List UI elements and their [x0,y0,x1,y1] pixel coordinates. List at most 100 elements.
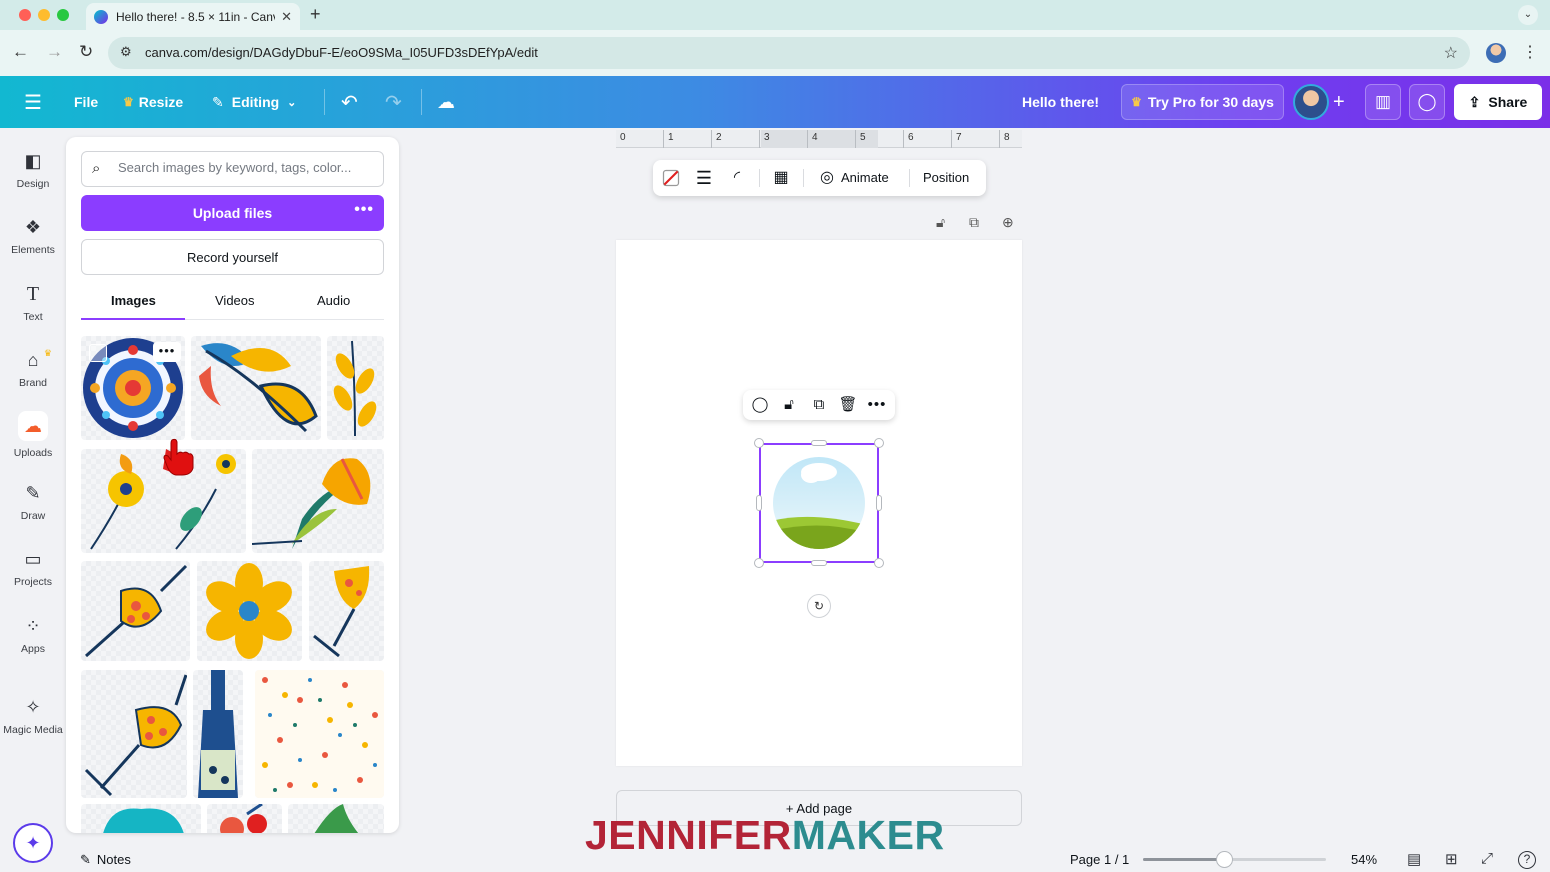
resize-handle-bottom-right[interactable] [874,558,884,568]
add-collaborator-icon[interactable]: + [1333,76,1345,128]
upload-thumbnail-mandala[interactable]: ••• [81,336,185,440]
magic-assistant-button[interactable]: ✦ [13,823,53,863]
tab-search-chevron-icon[interactable]: ⌄ [1518,5,1538,25]
browser-address-bar: ← → ↻ ⚙ canva.com/design/DAGdyDbuF-E/eoO… [0,30,1550,76]
page-indicator[interactable]: Page 1 / 1 [1070,852,1129,867]
more-options-icon[interactable]: ••• [866,394,888,416]
browser-menu-icon[interactable]: ⋮ [1522,42,1538,62]
trash-icon[interactable]: 🗑︎ [837,394,859,416]
duplicate-page-icon[interactable]: ⧉ [969,214,979,231]
resize-handle-top[interactable] [811,440,827,446]
file-menu[interactable]: File [74,76,98,128]
lock-icon[interactable]: 🔓︎ [778,394,800,416]
transparency-icon[interactable]: ▦ [769,166,793,190]
redo-icon[interactable]: ↷ [385,76,402,128]
upload-thumbnail-green-leaf[interactable] [288,804,384,833]
close-window-button[interactable] [19,9,31,21]
upload-thumbnail-daisy[interactable] [197,561,302,661]
tab-videos[interactable]: Videos [215,293,255,308]
resize-handle-left[interactable] [756,495,762,511]
resize-handle-right[interactable] [876,495,882,511]
rail-item-apps[interactable]: ⁘ Apps [0,615,66,655]
more-options-icon[interactable]: ••• [153,342,181,362]
resize-handle-top-left[interactable] [754,438,764,448]
upload-thumbnail-teal-shape[interactable] [81,804,201,833]
forward-arrow-icon[interactable]: → [46,42,63,62]
rail-item-brand[interactable]: ⌂ ♛ Brand [0,348,66,389]
border-color-icon[interactable] [659,166,683,190]
zoom-level[interactable]: 54% [1351,852,1377,867]
back-arrow-icon[interactable]: ← [12,42,29,62]
editing-mode-dropdown[interactable]: ✎ Editing ⌄ [212,76,296,128]
search-box[interactable]: ⌕ [81,151,384,187]
upload-thumbnail-pattern[interactable] [255,670,384,798]
border-style-icon[interactable]: ☰ [692,166,716,190]
insights-chart-icon[interactable]: ▥ [1365,84,1401,120]
record-yourself-button[interactable]: Record yourself [81,239,384,275]
comment-icon[interactable]: ◯ [1409,84,1445,120]
browser-profile-avatar[interactable] [1486,43,1506,63]
add-page-icon[interactable]: ⊕ [1002,214,1014,231]
select-checkbox[interactable] [89,344,107,362]
help-icon[interactable]: ? [1518,851,1536,869]
new-tab-icon[interactable]: + [310,4,321,25]
more-options-icon[interactable]: ••• [354,201,374,219]
zoom-slider[interactable] [1143,851,1326,868]
rotate-handle-icon[interactable]: ↻ [807,594,831,618]
tab-images[interactable]: Images [111,293,156,308]
resize-button[interactable]: ♛ Resize [123,76,183,128]
site-settings-icon[interactable]: ⚙ [120,44,132,60]
reload-icon[interactable]: ↻ [79,42,93,62]
page-view-icon[interactable]: ▤ [1407,850,1421,868]
animate-icon[interactable]: ◎ [815,166,839,190]
resize-handle-bottom[interactable] [811,560,827,566]
hamburger-menu-icon[interactable]: ☰ [24,76,42,128]
rail-item-design[interactable]: ◧ Design [0,150,66,190]
lock-page-icon[interactable]: 🔓︎ [936,214,945,231]
rail-item-text[interactable]: T Text [0,283,66,323]
design-title[interactable]: Hello there! [1022,76,1099,128]
position-button[interactable]: Position [923,170,969,185]
user-avatar[interactable] [1293,84,1329,120]
zoom-window-button[interactable] [57,9,69,21]
bookmark-star-icon[interactable]: ☆ [1444,43,1458,63]
notes-label: Notes [96,852,131,867]
corner-rounding-icon[interactable]: ◜ [725,166,749,190]
zoom-slider-knob[interactable] [1215,851,1233,868]
browser-tab[interactable]: Hello there! - 8.5 × 11in - Canva ✕ [86,3,300,30]
url-field[interactable]: ⚙ canva.com/design/DAGdyDbuF-E/eoO9SMa_I… [108,37,1470,69]
try-pro-button[interactable]: ♛ Try Pro for 30 days [1121,84,1284,120]
upload-thumbnail-tulip[interactable] [252,449,384,553]
rail-item-draw[interactable]: ✎ Draw [0,482,66,522]
duplicate-icon[interactable]: ⧉ [808,394,830,416]
animate-button[interactable]: Animate [841,170,889,185]
resize-handle-top-right[interactable] [874,438,884,448]
upload-thumbnail-glass-tilted[interactable] [81,561,190,661]
notes-button[interactable]: ✎ Notes [80,852,131,868]
upload-thumbnail-glass-yellow[interactable] [81,670,187,798]
tab-audio[interactable]: Audio [317,293,350,308]
minimize-window-button[interactable] [38,9,50,21]
rail-item-elements[interactable]: ❖ Elements [0,216,66,256]
rail-item-magic-media[interactable]: ✧ Magic Media [0,696,66,736]
cloud-saved-icon[interactable]: ☁ [437,76,455,128]
upload-thumbnail-red-flower[interactable] [207,804,282,833]
upload-files-button[interactable]: Upload files ••• [81,195,384,231]
search-input[interactable] [118,160,368,175]
watermark-part-1: JENNIFER [585,812,792,858]
rail-item-uploads[interactable]: ☁ Uploads [0,411,66,459]
rail-item-projects[interactable]: ▭ Projects [0,548,66,588]
fullscreen-icon[interactable]: ⤢ [1481,850,1493,867]
rail-label: Design [16,178,50,190]
upload-thumbnail-branch[interactable] [327,336,384,440]
grid-view-icon[interactable]: ⊞ [1445,850,1458,868]
upload-thumbnail-wine-glass[interactable] [309,561,384,661]
resize-handle-bottom-left[interactable] [754,558,764,568]
upload-thumbnail-bottle[interactable] [193,670,243,798]
upload-thumbnail-leaves[interactable] [191,336,321,440]
share-button[interactable]: ⇪ Share [1454,84,1542,120]
close-tab-icon[interactable]: ✕ [281,9,292,25]
undo-icon[interactable]: ↶ [341,76,358,128]
comment-add-icon[interactable]: ◯ [749,394,771,416]
canva-favicon-icon [94,9,108,24]
